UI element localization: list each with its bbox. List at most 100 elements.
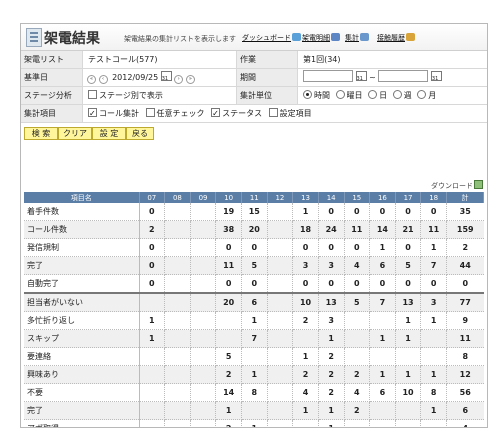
nav-summary-link[interactable]: 集計 <box>345 33 369 43</box>
table-cell <box>190 238 217 257</box>
table-cell <box>215 311 242 330</box>
table-cell <box>395 419 422 427</box>
table-cell: 1 <box>369 329 396 348</box>
unit-radio-day[interactable]: 日 <box>368 90 387 100</box>
radio-icon <box>335 90 345 99</box>
excel-icon <box>474 180 483 189</box>
table-cell <box>344 347 371 366</box>
table-cell <box>190 401 217 420</box>
table-cell <box>267 401 294 420</box>
table-cell: 0 <box>139 274 166 294</box>
table-cell: 20 <box>215 292 242 312</box>
table-cell: 7 <box>420 256 447 275</box>
table-cell <box>164 274 191 294</box>
unit-radio-hour[interactable]: 時間 <box>303 90 330 100</box>
table-cell: 3 <box>318 311 345 330</box>
period-end-input[interactable] <box>378 70 429 82</box>
table-cell: 0 <box>344 238 371 257</box>
table-row: アポ取得2114 <box>24 419 484 427</box>
table-cell <box>164 401 191 420</box>
table-cell: 6 <box>369 383 396 402</box>
work-value: 第1回(34) <box>303 55 341 64</box>
unit-radio-week[interactable]: 週 <box>392 90 412 100</box>
next-day-button[interactable]: › <box>174 75 184 84</box>
column-header: 11 <box>241 192 268 203</box>
column-header: 15 <box>344 192 371 203</box>
back-button[interactable]: 戻る <box>126 127 154 140</box>
table-cell: 14 <box>215 383 242 402</box>
table-cell <box>164 347 191 366</box>
table-cell <box>241 347 268 366</box>
table-cell: 0 <box>215 238 242 257</box>
period-end-calendar-icon[interactable] <box>430 71 442 88</box>
table-cell: 6 <box>369 256 396 275</box>
table-cell <box>164 292 191 312</box>
nav-contact-history-link[interactable]: 接触履歴 <box>377 33 415 43</box>
table-cell: 1 <box>318 401 345 420</box>
nav-call-detail-link[interactable]: 架電明細 <box>302 33 340 43</box>
clear-button[interactable]: クリア <box>58 127 92 140</box>
row-label: 要連絡 <box>24 347 140 366</box>
settings-button[interactable]: 設 定 <box>92 127 126 140</box>
report-window: 架電結果 架電結果の集計リストを表示します ダッシュボード 架電明細 集計 接触… <box>20 23 488 428</box>
table-cell <box>369 401 396 420</box>
table-cell <box>420 329 447 348</box>
table-cell <box>292 329 319 348</box>
table-cell: 15 <box>241 203 268 221</box>
table-cell: 0 <box>420 203 447 221</box>
table-cell <box>190 292 217 312</box>
table-cell <box>190 419 217 427</box>
table-cell <box>164 220 191 239</box>
row-total-cell: 12 <box>446 365 484 384</box>
period-start-input[interactable] <box>303 70 353 82</box>
stage-checkbox[interactable] <box>88 90 97 99</box>
column-header: 18 <box>420 192 447 203</box>
search-button[interactable]: 検 索 <box>24 127 58 140</box>
radio-icon <box>417 90 427 99</box>
summary-icon <box>360 33 369 41</box>
calendar-icon[interactable] <box>160 71 172 88</box>
table-cell: 5 <box>241 256 268 275</box>
column-header: 09 <box>190 192 217 203</box>
table-cell: 1 <box>420 365 447 384</box>
table-cell <box>139 419 166 427</box>
nav-dashboard-link[interactable]: ダッシュボード <box>242 33 301 43</box>
item-call-summary[interactable]: コール集計 <box>88 105 139 122</box>
prev-month-button[interactable]: « <box>87 75 96 84</box>
item-status[interactable]: ステータス <box>211 105 262 122</box>
table-cell: 1 <box>241 311 268 330</box>
table-cell <box>344 419 371 427</box>
table-cell: 13 <box>318 292 345 312</box>
period-label: 期間 <box>236 69 298 86</box>
period-start-calendar-icon[interactable] <box>355 71 367 88</box>
table-cell <box>190 220 217 239</box>
item-optional-check[interactable]: 任意チェック <box>145 108 205 118</box>
table-cell: 1 <box>139 311 166 330</box>
table-cell: 11 <box>420 220 447 239</box>
table-cell <box>241 401 268 420</box>
unit-radio-month[interactable]: 月 <box>417 90 436 100</box>
table-cell: 1 <box>318 329 345 348</box>
detail-icon <box>331 33 340 41</box>
table-cell <box>369 419 396 427</box>
table-row: 多忙折り返し 1 1 2 3 1 1 9 <box>24 311 484 330</box>
download-link[interactable]: ダウンロード <box>431 180 483 191</box>
prev-day-button[interactable]: ‹ <box>98 75 108 84</box>
stage-option[interactable]: ステージ別で表示 <box>88 87 163 104</box>
table-cell <box>190 256 217 275</box>
table-cell <box>267 274 294 294</box>
table-cell: 1 <box>420 311 447 330</box>
item-setting[interactable]: 設定項目 <box>268 108 312 118</box>
table-cell: 2 <box>292 365 319 384</box>
radio-icon <box>392 90 402 99</box>
table-cell: 2 <box>344 365 371 384</box>
table-cell: 1 <box>395 311 422 330</box>
table-cell: 2 <box>318 365 345 384</box>
next-month-button[interactable]: » <box>185 75 195 84</box>
unit-radio-weekday[interactable]: 曜日 <box>335 90 363 100</box>
row-total-cell: 159 <box>446 220 484 239</box>
table-cell: 0 <box>292 274 319 294</box>
report-app-icon <box>26 28 42 47</box>
row-label: 発信規制 <box>24 238 140 257</box>
page-header: 架電結果 架電結果の集計リストを表示します ダッシュボード 架電明細 集計 接触… <box>21 24 487 51</box>
